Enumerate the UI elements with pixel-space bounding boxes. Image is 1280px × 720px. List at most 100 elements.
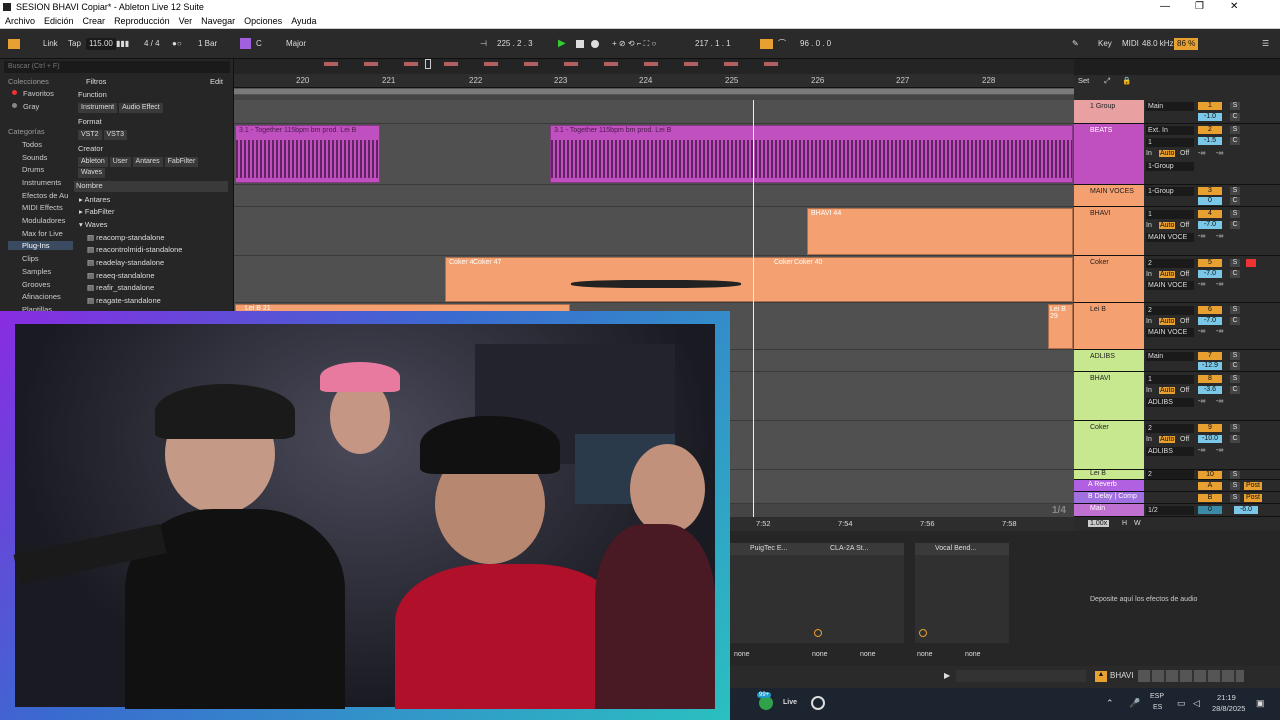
send-b[interactable]: -∞ [1216, 233, 1223, 240]
play-small-icon[interactable]: ▶ [944, 671, 950, 680]
monitor-off[interactable]: Off [1180, 222, 1189, 229]
monitor-off[interactable]: Off [1180, 387, 1189, 394]
quantization-select[interactable]: 1 Bar [198, 38, 217, 50]
key-select[interactable]: C [256, 38, 262, 50]
main-track[interactable]: Main 1/2 0 -6.0 [1074, 504, 1280, 517]
overview-strip[interactable] [234, 59, 1074, 74]
return-name[interactable]: A Reverb [1074, 480, 1144, 491]
plugin-item[interactable]: ▤ reacontrolmidi-standalone [87, 245, 182, 254]
main-cue[interactable]: 0 [1198, 506, 1222, 514]
monitor-in[interactable]: In [1146, 436, 1152, 443]
device-preset[interactable]: none [734, 651, 750, 658]
name-column-header[interactable]: Nombre [74, 181, 228, 192]
category-clips[interactable]: Clips [22, 254, 39, 263]
audio-clip[interactable]: BHAVI 44 [807, 208, 1073, 255]
solo-button[interactable]: S [1230, 102, 1240, 110]
tempo-field[interactable]: 115.00 [86, 38, 116, 50]
send-a[interactable]: -∞ [1198, 398, 1205, 405]
draw-mode-icon[interactable]: ✎ [1072, 38, 1079, 50]
midi-map-button[interactable]: MIDI [1122, 38, 1139, 50]
track-number[interactable]: 4 [1198, 210, 1222, 218]
track-number[interactable]: 8 [1198, 375, 1222, 383]
mixer-track[interactable]: Coker 2 In Auto Off MAIN VOCE 5 S -7.0 C… [1074, 256, 1280, 303]
volume-field[interactable]: -1.0 [1198, 113, 1222, 121]
track-name[interactable]: Lei B [1074, 303, 1144, 349]
pan-button[interactable]: C [1230, 362, 1240, 370]
track-number[interactable]: 1 [1198, 102, 1222, 110]
tag-instrument[interactable]: Instrument [78, 103, 118, 113]
mixer-track[interactable]: BEATS Ext. In 1 In Auto Off 1-Group 2 S … [1074, 124, 1280, 185]
monitor-off[interactable]: Off [1180, 271, 1189, 278]
output-select[interactable]: ADLIBS [1146, 398, 1194, 407]
send-a[interactable]: -∞ [1198, 233, 1205, 240]
solo-button[interactable]: S [1230, 482, 1240, 490]
return-button[interactable]: B [1198, 494, 1222, 502]
input-select[interactable]: Ext. In [1146, 126, 1194, 135]
menu-opciones[interactable]: Opciones [244, 16, 282, 26]
track-name[interactable]: BHAVI [1074, 207, 1144, 255]
menu-navegar[interactable]: Navegar [201, 16, 235, 26]
time-ruler[interactable]: 7:52 7:54 7:56 7:58 [730, 517, 1074, 531]
mixer-track[interactable]: Lei B 2 10 S [1074, 470, 1280, 480]
monitor-in[interactable]: In [1146, 150, 1152, 157]
send-a[interactable]: -∞ [1198, 447, 1205, 454]
tag-waves[interactable]: Waves [78, 168, 106, 178]
device-activator-icon[interactable] [919, 629, 927, 637]
menu-reproduccion[interactable]: Reproducción [114, 16, 170, 26]
send-b[interactable]: -∞ [1216, 398, 1223, 405]
track-number[interactable]: 6 [1198, 306, 1222, 314]
category-midi-effects[interactable]: MIDI Effects [22, 203, 63, 212]
category-grooves[interactable]: Grooves [22, 280, 50, 289]
solo-button[interactable]: S [1230, 126, 1240, 134]
monitor-off[interactable]: Off [1180, 318, 1189, 325]
send-b[interactable]: -∞ [1216, 447, 1223, 454]
volume-field[interactable]: -7.0 [1198, 317, 1222, 325]
pan-button[interactable]: C [1230, 197, 1240, 205]
format-filter[interactable]: Format [78, 117, 102, 126]
app-icon[interactable] [811, 696, 825, 710]
notification-icon[interactable]: ▣ [1256, 698, 1265, 709]
input-channel[interactable]: 2 [1146, 306, 1194, 315]
clock-time[interactable]: 21:19 [1217, 693, 1236, 702]
pan-button[interactable]: C [1230, 113, 1240, 121]
monitor-in[interactable]: In [1146, 271, 1152, 278]
track-name[interactable]: Lei B [1074, 470, 1144, 479]
monitor-auto[interactable]: Auto [1159, 436, 1176, 443]
plugin-item[interactable]: ▤ reacomp-standalone [87, 233, 165, 242]
arrangement-position[interactable]: 225 . 2 . 3 [497, 38, 533, 50]
tag-user[interactable]: User [109, 157, 131, 167]
clock-date[interactable]: 28/8/2025 [1212, 704, 1245, 713]
live-icon[interactable]: Live [783, 699, 797, 706]
search-input[interactable]: Buscar (Ctrl + F) [4, 61, 230, 73]
send-a[interactable]: -∞ [1198, 328, 1205, 335]
volume-icon[interactable]: ◁ [1193, 698, 1200, 709]
close-icon[interactable]: ✕ [1230, 1, 1238, 12]
overdub-icons[interactable]: + ⊘ ⟲ ⌐ ⛶ ○ [612, 38, 656, 50]
menu-ver[interactable]: Ver [179, 16, 193, 26]
chevron-up-icon[interactable]: ⌃ [1106, 698, 1114, 709]
track-name[interactable]: Coker [1074, 256, 1144, 302]
mixer-track[interactable]: Lei B 2 In Auto Off MAIN VOCE 6 S -7.0 C… [1074, 303, 1280, 350]
output-select[interactable]: MAIN VOCE [1146, 233, 1194, 242]
solo-button[interactable]: S [1230, 210, 1240, 218]
send-b[interactable]: -∞ [1216, 281, 1223, 288]
output-select[interactable]: ADLIBS [1146, 447, 1194, 456]
menu-icon[interactable]: ☰ [1262, 38, 1269, 50]
device-preset[interactable]: none [812, 651, 828, 658]
device-preset[interactable]: none [917, 651, 933, 658]
audio-clip[interactable]: 3.1 - Together 115bpm bm prod. Lei B [550, 125, 1073, 183]
tag-antares[interactable]: Antares [132, 157, 163, 167]
follow-icon[interactable]: ⊣ [480, 38, 487, 50]
solo-button[interactable]: S [1230, 424, 1240, 432]
input-channel[interactable]: 2 [1146, 424, 1194, 433]
monitor-auto[interactable]: Auto [1159, 150, 1176, 157]
network-icon[interactable]: ▭ [1177, 698, 1186, 709]
category-modulators[interactable]: Moduladores [22, 216, 65, 225]
device-preset[interactable]: none [860, 651, 876, 658]
mixer-track[interactable]: Coker 2 In Auto Off ADLIBS 9 S -10.0 C -… [1074, 421, 1280, 470]
whatsapp-icon[interactable] [759, 696, 773, 710]
post-button[interactable]: Post [1244, 482, 1262, 490]
audio-clip[interactable]: 3.1 - Together 115bpm bm prod. Lei B [235, 125, 380, 183]
track-number[interactable]: 10 [1198, 471, 1222, 479]
lane-main-voces[interactable] [234, 185, 1074, 207]
